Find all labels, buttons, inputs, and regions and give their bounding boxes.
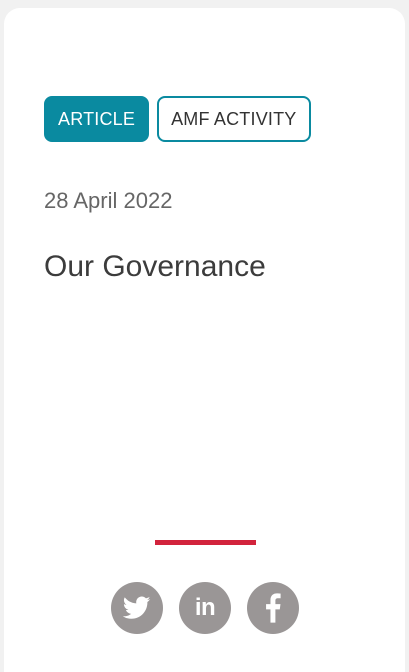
share-linkedin-button[interactable]: in xyxy=(179,582,231,634)
share-twitter-button[interactable] xyxy=(111,582,163,634)
social-share-bar: in xyxy=(111,582,299,634)
tag-article[interactable]: ARTICLE xyxy=(44,96,150,142)
news-card: ARTICLE AMF ACTIVITY 28 April 2022 Our G… xyxy=(4,8,405,672)
article-title[interactable]: Our Governance xyxy=(44,250,266,284)
facebook-icon xyxy=(265,593,281,623)
publish-date: 28 April 2022 xyxy=(44,188,173,213)
twitter-icon xyxy=(123,596,151,620)
linkedin-icon: in xyxy=(194,594,216,621)
divider-line xyxy=(155,540,256,545)
tag-amf-activity[interactable]: AMF ACTIVITY xyxy=(157,96,311,142)
tag-list: ARTICLE AMF ACTIVITY xyxy=(44,96,311,142)
share-facebook-button[interactable] xyxy=(247,582,299,634)
